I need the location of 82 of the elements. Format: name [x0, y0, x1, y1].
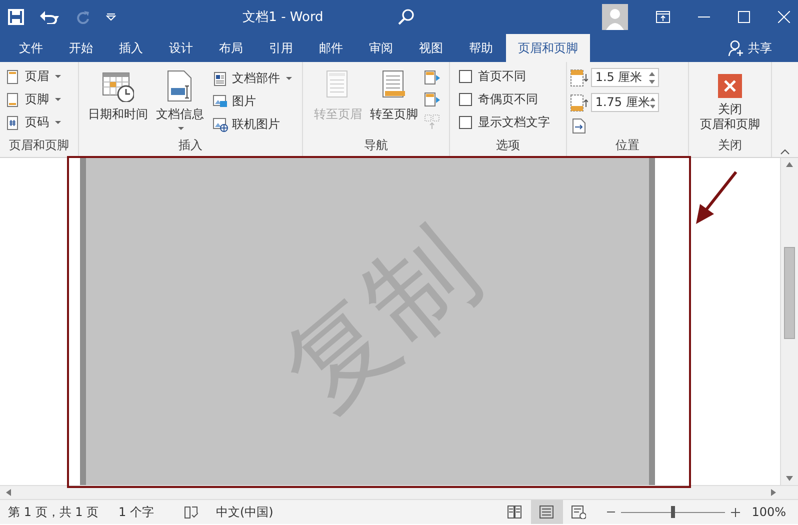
ribbon-tab[interactable]: 插入	[106, 34, 156, 62]
checkbox[interactable]: 首页不同	[453, 66, 532, 87]
picture-icon	[212, 94, 228, 108]
ribbon-button[interactable]: 页脚	[3, 89, 64, 110]
scroll-left-icon	[6, 489, 11, 496]
zoom-in-icon	[730, 508, 740, 516]
scrollbar-thumb[interactable]	[784, 247, 795, 339]
page-icon	[6, 92, 21, 106]
page-number-icon	[6, 116, 21, 130]
ribbon-button[interactable]: 日期和时间	[86, 68, 150, 123]
save-icon	[8, 9, 24, 25]
previous-section-icon	[424, 70, 440, 86]
scroll-down-icon	[786, 476, 793, 481]
spin-field[interactable]: 1.5 厘米	[591, 68, 660, 87]
ribbon-group-label: 导航	[363, 138, 390, 152]
annotation-arrow	[696, 171, 738, 224]
scroll-up-icon	[786, 162, 793, 167]
undo-icon	[40, 10, 60, 24]
ribbon-button[interactable]: 页码	[3, 112, 64, 133]
ribbon-button[interactable]: 转至页脚	[368, 68, 420, 123]
checkbox-box[interactable]	[459, 70, 472, 83]
online-picture-icon	[212, 118, 228, 132]
ribbon-tab[interactable]: 帮助	[456, 34, 506, 62]
page-icon	[6, 70, 21, 84]
page-count[interactable]: 第 1 页，共 1 页	[8, 504, 99, 520]
person-add-icon	[728, 40, 744, 56]
ribbon-tab[interactable]: 设计	[156, 34, 206, 62]
header-position-icon	[570, 68, 588, 86]
checkbox[interactable]: 显示文档文字	[453, 112, 556, 133]
next-section-icon	[424, 92, 440, 108]
ribbon-group-label: 关闭	[716, 138, 743, 152]
ribbon-button[interactable]: 页眉	[3, 66, 64, 87]
ribbon-tab[interactable]: 引用	[256, 34, 306, 62]
ribbon-tab[interactable]: 页眉和页脚	[506, 34, 590, 62]
close-icon	[778, 11, 790, 23]
zoom-slider-thumb[interactable]	[670, 506, 675, 518]
zoom-level[interactable]: 100%	[752, 505, 798, 519]
ribbon-tab[interactable]: 开始	[56, 34, 106, 62]
ribbon-tab[interactable]: 布局	[206, 34, 256, 62]
spin-field[interactable]: 1.75 厘米	[591, 93, 660, 112]
print-layout-icon	[539, 505, 554, 519]
ribbon-group-label: 选项	[495, 138, 522, 152]
word-count[interactable]: 1 个字	[118, 504, 154, 520]
vertical-scrollbar[interactable]	[780, 158, 798, 485]
checkbox-box[interactable]	[459, 93, 472, 106]
ribbon-tab[interactable]: 审阅	[356, 34, 406, 62]
collapse-ribbon-icon	[780, 149, 790, 155]
customize-icon	[106, 13, 116, 21]
ribbon-tab[interactable]: 视图	[406, 34, 456, 62]
close-icon	[724, 80, 736, 92]
ribbon-group-label: 位置	[614, 138, 640, 152]
ribbon-button[interactable]: 图片	[210, 91, 295, 112]
close-header-footer-button[interactable]: 关闭 页眉和页脚	[696, 68, 764, 132]
maximize-icon	[738, 11, 750, 23]
spin-arrows-icon	[650, 96, 656, 110]
ribbon-display-icon	[656, 11, 670, 23]
proofing-icon	[184, 505, 198, 519]
link-to-previous-icon	[424, 114, 440, 130]
footer-position-icon	[570, 94, 588, 112]
calendar-clock-icon	[102, 70, 134, 102]
ribbon-button[interactable]: 联机图片	[210, 114, 295, 135]
language-indicator[interactable]: 中文(中国)	[216, 504, 274, 520]
ribbon-group-label: 插入	[177, 138, 204, 152]
ribbon-button[interactable]: 文档信息	[154, 68, 206, 130]
ribbon-button[interactable]: 文档部件	[210, 68, 295, 89]
insert-alignment-tab-icon	[572, 118, 586, 134]
ribbon-tab[interactable]: 文件	[6, 34, 56, 62]
checkbox[interactable]: 奇偶页不同	[453, 89, 544, 110]
spin-arrows-icon	[649, 70, 656, 84]
checkbox-box[interactable]	[459, 116, 472, 129]
search-icon	[398, 9, 414, 25]
view-button[interactable]	[530, 500, 563, 524]
web-layout-icon	[571, 505, 586, 519]
scroll-right-icon	[771, 489, 776, 496]
read-mode-icon	[507, 505, 522, 519]
document-parts-icon	[212, 72, 228, 86]
ribbon-tab[interactable]: 邮件	[306, 34, 356, 62]
avatar-icon	[602, 4, 628, 30]
redo-icon	[76, 10, 90, 24]
ribbon-group-label: 页眉和页脚	[8, 138, 70, 152]
share-button[interactable]: 共享	[748, 40, 772, 56]
window-title: 文档1 - Word	[242, 9, 324, 26]
